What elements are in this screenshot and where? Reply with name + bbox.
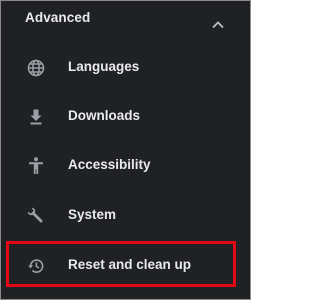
menu-item-languages[interactable]: Languages [1, 48, 250, 88]
menu-item-downloads[interactable]: Downloads [1, 97, 250, 137]
settings-menu-panel: Advanced Languages Downloads Accessibili… [0, 0, 251, 300]
advanced-section-title: Advanced [25, 10, 91, 25]
menu-item-reset-and-clean-up[interactable]: Reset and clean up [1, 246, 250, 286]
accessibility-icon [26, 156, 46, 176]
menu-item-label: System [68, 207, 117, 222]
chevron-up-icon[interactable] [212, 16, 224, 29]
menu-item-label: Reset and clean up [68, 257, 192, 272]
menu-item-label: Downloads [68, 108, 141, 123]
menu-item-label: Accessibility [68, 157, 151, 172]
wrench-icon [26, 206, 46, 226]
download-icon [26, 107, 46, 127]
restore-icon [26, 256, 46, 276]
menu-item-system[interactable]: System [1, 196, 250, 236]
globe-icon [26, 58, 46, 78]
menu-item-accessibility[interactable]: Accessibility [1, 146, 250, 186]
advanced-section-header[interactable]: Advanced [1, 1, 250, 39]
menu-item-label: Languages [68, 59, 140, 74]
